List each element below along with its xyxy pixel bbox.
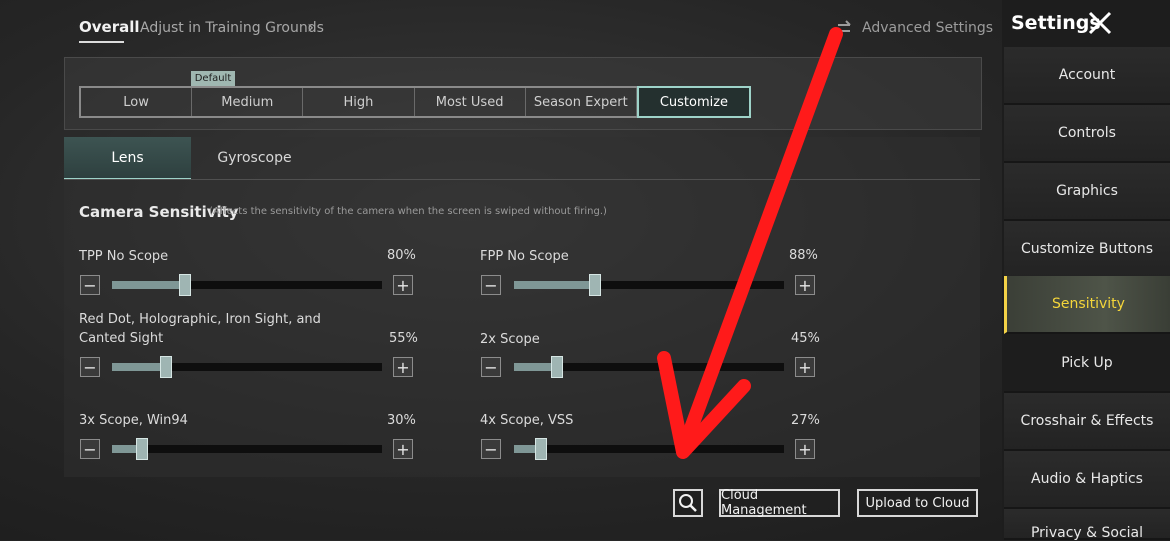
sidebar-item-account[interactable]: Account (1004, 47, 1170, 105)
sidebar-item-sensitivity[interactable]: Sensitivity (1004, 276, 1170, 334)
camera-sensitivity-note: (Affects the sensitivity of the camera w… (209, 206, 607, 217)
minus-button[interactable]: − (80, 439, 100, 459)
slider-label-4x-scope: 4x Scope, VSS (480, 413, 574, 428)
slider-value-2x-scope: 45% (791, 331, 820, 346)
plus-button[interactable]: + (795, 439, 815, 459)
sidebar-item-label: Customize Buttons (1020, 241, 1154, 257)
preset-season-expert[interactable]: Season Expert (526, 88, 637, 116)
slider-value-3x-scope: 30% (387, 413, 416, 428)
minus-button[interactable]: − (481, 275, 501, 295)
slider-thumb[interactable] (551, 356, 564, 378)
sidebar-item-label: Sensitivity (1052, 296, 1125, 312)
slider-thumb[interactable] (178, 274, 191, 296)
plus-button[interactable]: + (795, 275, 815, 295)
slider-label-2x-scope: 2x Scope (480, 332, 540, 347)
slider-label-3x-scope: 3x Scope, Win94 (79, 413, 188, 428)
slider-value-4x-scope: 27% (791, 413, 820, 428)
sidebar-item-label: Pick Up (1061, 355, 1113, 371)
minus-button[interactable]: − (481, 439, 501, 459)
sidebar-item-label: Controls (1058, 125, 1116, 141)
slider-thumb[interactable] (535, 438, 547, 460)
training-grounds-link[interactable]: Adjust in Training Grounds (140, 20, 324, 36)
plus-button[interactable]: + (393, 439, 413, 459)
tab-overall-underline (79, 41, 124, 43)
slider-value-tpp-no-scope: 80% (387, 248, 416, 263)
advanced-settings-link[interactable]: Advanced Settings (862, 20, 993, 36)
sidebar-item-label: Audio & Haptics (1031, 471, 1143, 487)
slider-thumb[interactable] (160, 356, 172, 378)
sidebar-item-label: Privacy & Social (1030, 525, 1143, 541)
slider-value-fpp-no-scope: 88% (789, 248, 818, 263)
slider-label-tpp-no-scope: TPP No Scope (79, 249, 169, 264)
default-tag: Default (191, 71, 235, 86)
minus-button[interactable]: − (80, 275, 100, 295)
sidebar-item-graphics[interactable]: Graphics (1004, 163, 1170, 221)
slider-fill (112, 281, 185, 289)
tab-overall[interactable]: Overall (79, 18, 140, 36)
slider-2x-scope[interactable] (514, 356, 784, 378)
top-bar: Overall Adjust in Training Grounds › Adv… (0, 0, 1002, 58)
slider-label-red-dot: Red Dot, Holographic, Iron Sight, and Ca… (79, 312, 321, 346)
sidebar-item-crosshair-effects[interactable]: Crosshair & Effects (1004, 393, 1170, 451)
cloud-management-button[interactable]: Cloud Management (719, 488, 840, 518)
tab-lens[interactable]: Lens (64, 137, 191, 180)
sidebar-item-controls[interactable]: Controls (1004, 105, 1170, 163)
sidebar-item-label: Crosshair & Effects (1020, 413, 1154, 429)
minus-button[interactable]: − (80, 357, 100, 377)
slider-fill (514, 281, 595, 289)
preset-high[interactable]: High (303, 88, 415, 116)
tab-gyroscope[interactable]: Gyroscope (192, 137, 317, 178)
plus-button[interactable]: + (393, 275, 413, 295)
preset-customize[interactable]: Customize (636, 86, 752, 118)
slider-value-red-dot: 55% (389, 331, 418, 346)
minus-button[interactable]: − (481, 357, 501, 377)
sidebar-item-pick-up[interactable]: Pick Up (1004, 335, 1170, 393)
slider-fill (112, 363, 166, 371)
swap-icon[interactable] (835, 19, 853, 37)
slider-4x-scope[interactable] (514, 438, 784, 460)
sidebar-item-customize-buttons[interactable]: Customize Buttons (1004, 221, 1170, 279)
upload-to-cloud-button[interactable]: Upload to Cloud (857, 489, 978, 517)
plus-button[interactable]: + (393, 357, 413, 377)
preset-low[interactable]: Low (81, 88, 193, 116)
slider-label-fpp-no-scope: FPP No Scope (480, 249, 569, 264)
close-icon[interactable] (1087, 10, 1113, 36)
chevron-right-icon[interactable]: › (307, 17, 314, 38)
slider-red-dot[interactable] (112, 356, 382, 378)
slider-thumb[interactable] (135, 438, 148, 460)
slider-tpp-no-scope[interactable] (112, 274, 382, 296)
slider-fpp-no-scope[interactable] (514, 274, 784, 296)
tabs-divider (64, 179, 980, 180)
sidebar-item-label: Account (1058, 67, 1116, 83)
slider-thumb[interactable] (589, 274, 601, 296)
preset-medium[interactable]: Medium (192, 88, 304, 116)
plus-button[interactable]: + (795, 357, 815, 377)
preset-selector: Low Medium High Most Used Season Expert … (79, 86, 752, 118)
sidebar-item-privacy-social[interactable]: Privacy & Social (1004, 509, 1170, 541)
slider-3x-scope[interactable] (112, 438, 382, 460)
sidebar-item-audio-haptics[interactable]: Audio & Haptics (1004, 451, 1170, 509)
search-icon (679, 494, 697, 512)
search-button[interactable] (673, 489, 703, 517)
sidebar-item-label: Graphics (1056, 183, 1118, 199)
preset-most-used[interactable]: Most Used (415, 88, 526, 116)
